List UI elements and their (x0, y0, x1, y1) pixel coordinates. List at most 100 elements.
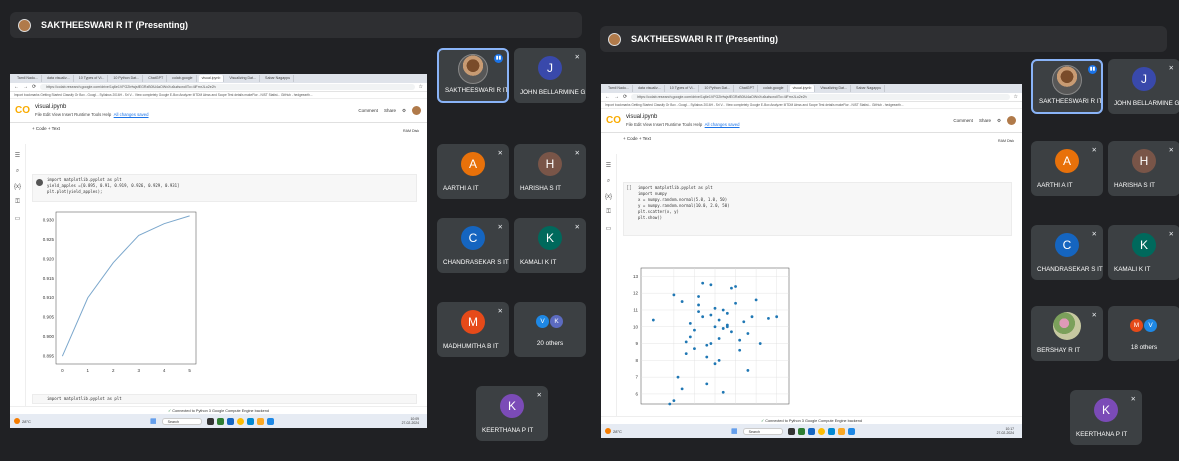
secrets-icon[interactable]: ⚿ (15, 199, 20, 206)
windows-start-icon[interactable]: ▦ (731, 427, 738, 435)
code-text[interactable]: import matplotlib.pyplot as plt yield_app… (47, 177, 179, 195)
browser-tab[interactable]: Tamil Nadu... (14, 75, 42, 82)
share-button[interactable]: Share (979, 118, 991, 123)
forward-icon[interactable]: → (23, 84, 28, 90)
browser-tab[interactable]: visual.ipynb (789, 85, 816, 92)
address-bar[interactable]: https://colab.research.google.com/drive/… (40, 84, 415, 90)
participant-tile[interactable]: M MADHUMITHA B IT ✕ (437, 302, 509, 357)
menu-items[interactable]: File Edit View Insert Runtime Tools Help (626, 122, 702, 127)
browser-tab[interactable]: Tamil Nadu... (605, 85, 633, 92)
participant-tile[interactable]: K KAMALI K IT ✕ (514, 218, 586, 273)
saved-status[interactable]: All changes saved (705, 122, 740, 127)
toc-icon[interactable]: ☰ (15, 152, 20, 159)
add-code-text-buttons[interactable]: + Code + Text (32, 126, 60, 131)
variables-icon[interactable]: {x} (14, 184, 21, 190)
app-icon[interactable] (206, 417, 214, 425)
participant-tile[interactable]: C CHANDRASEKAR S IT ✕ (1031, 225, 1103, 280)
app-icon[interactable] (266, 417, 274, 425)
forward-icon[interactable]: → (614, 94, 619, 100)
menu-items[interactable]: File Edit View Insert Runtime Tools Help (35, 112, 111, 117)
app-icon[interactable] (246, 417, 254, 425)
search-icon[interactable]: ⌕ (607, 178, 610, 185)
weather-widget[interactable]: 28°C (605, 428, 622, 434)
profile-avatar[interactable] (1007, 116, 1016, 125)
participant-tile[interactable]: A AARTHI A IT ✕ (437, 144, 509, 199)
participant-tile[interactable]: J JOHN BELLARMINE G... ✕ (1108, 59, 1179, 114)
participant-tile[interactable]: K KEERTHANA P IT ✕ (476, 386, 548, 441)
saved-status[interactable]: All changes saved (114, 112, 149, 117)
chrome-icon[interactable] (817, 427, 825, 435)
participant-tile[interactable]: H HARISHA S IT ✕ (514, 144, 586, 199)
system-clock[interactable]: 10:17 27-02-2024 (997, 427, 1014, 435)
colab-logo-icon[interactable]: CO (606, 115, 621, 126)
ram-disk-indicator[interactable]: RAM Disk (998, 135, 1014, 147)
weather-widget[interactable]: 28°C (14, 418, 31, 424)
code-cell[interactable]: [ ] import matplotlib.pyplot as plt impor… (623, 182, 1012, 236)
others-tile[interactable]: M V 18 others (1108, 306, 1179, 361)
ram-disk-indicator[interactable]: RAM Disk (403, 125, 419, 137)
windows-start-icon[interactable]: ▦ (150, 417, 157, 425)
secrets-icon[interactable]: ⚿ (606, 209, 611, 216)
browser-tab[interactable]: colab.google (169, 75, 197, 82)
comment-button[interactable]: Comment (358, 108, 378, 113)
files-icon[interactable]: ▭ (15, 215, 21, 222)
browser-tab[interactable]: ChatGPT (145, 75, 168, 82)
browser-tab[interactable]: Visualizing Dat... (226, 75, 261, 82)
menu-bar[interactable]: File Edit View Insert Runtime Tools Help… (35, 112, 149, 117)
participant-tile[interactable]: BERSHAY R IT ✕ (1031, 306, 1103, 361)
files-icon[interactable]: ▭ (606, 225, 612, 232)
participant-tile[interactable]: K KEERTHANA P IT ✕ (1070, 390, 1142, 445)
browser-tab[interactable]: Sabar Nagappu (262, 75, 295, 82)
gear-icon[interactable]: ⚙ (402, 108, 406, 114)
variables-icon[interactable]: {x} (605, 194, 612, 200)
participant-tile[interactable]: A AARTHI A IT ✕ (1031, 141, 1103, 196)
back-icon[interactable]: ← (605, 94, 610, 100)
star-icon[interactable]: ☆ (419, 84, 423, 90)
browser-tab[interactable]: Sabar Nagappu (853, 85, 886, 92)
browser-tab[interactable]: Visualizing Dat... (817, 85, 852, 92)
search-box[interactable]: Search (742, 427, 783, 435)
search-box[interactable]: Search (161, 417, 202, 425)
profile-avatar[interactable] (412, 106, 421, 115)
search-icon[interactable]: ⌕ (16, 168, 19, 175)
code-cell-next[interactable]: import matplotlib.pyplot as plt (32, 394, 417, 404)
app-icon[interactable] (797, 427, 805, 435)
participant-tile[interactable]: SAKTHEESWARI R IT ▮▮ (437, 48, 509, 103)
browser-tab[interactable]: 10 Types of Vi... (76, 75, 109, 82)
browser-tab[interactable]: 10 Types of Vi... (667, 85, 700, 92)
app-icon[interactable] (807, 427, 815, 435)
folder-icon[interactable] (837, 427, 845, 435)
notebook-name[interactable]: visual.ipynb (626, 114, 740, 120)
run-cell-button[interactable] (36, 179, 43, 186)
back-icon[interactable]: ← (14, 84, 19, 90)
system-clock[interactable]: 10:09 27-02-2024 (402, 417, 419, 425)
colab-logo-icon[interactable]: CO (15, 105, 30, 116)
app-icon[interactable] (827, 427, 835, 435)
share-button[interactable]: Share (384, 108, 396, 113)
participant-tile[interactable]: SAKTHEESWARI R IT ▮▮ (1031, 59, 1103, 114)
add-code-text-buttons[interactable]: + Code + Text (623, 136, 651, 141)
browser-tab[interactable]: colab.google (760, 85, 788, 92)
app-icon[interactable] (216, 417, 224, 425)
participant-tile[interactable]: K KAMALI K IT ✕ (1108, 225, 1179, 280)
code-text[interactable]: import matplotlib.pyplot as plt import nu… (638, 185, 730, 221)
participant-tile[interactable]: H HARISHA S IT ✕ (1108, 141, 1179, 196)
participant-tile[interactable]: J JOHN BELLARMINE G... ✕ (514, 48, 586, 103)
chrome-icon[interactable] (236, 417, 244, 425)
browser-tab[interactable]: ChatGPT (736, 85, 759, 92)
browser-tab[interactable]: 10 Python Dat... (701, 85, 735, 92)
browser-tab[interactable]: 10 Python Dat... (110, 75, 144, 82)
reload-icon[interactable]: ⟳ (32, 84, 36, 90)
browser-tab[interactable]: data visualiz... (635, 85, 665, 92)
others-tile[interactable]: V K 20 others (514, 302, 586, 357)
code-cell[interactable]: import matplotlib.pyplot as plt yield_app… (32, 174, 417, 202)
menu-bar[interactable]: File Edit View Insert Runtime Tools Help… (626, 122, 740, 127)
browser-tab[interactable]: data visualiz... (44, 75, 74, 82)
toc-icon[interactable]: ☰ (606, 162, 611, 169)
app-icon[interactable] (226, 417, 234, 425)
app-icon[interactable] (787, 427, 795, 435)
reload-icon[interactable]: ⟳ (623, 94, 627, 100)
comment-button[interactable]: Comment (953, 118, 973, 123)
participant-tile[interactable]: C CHANDRASEKAR S IT ✕ (437, 218, 509, 273)
address-bar[interactable]: https://colab.research.google.com/drive/… (631, 94, 1010, 100)
